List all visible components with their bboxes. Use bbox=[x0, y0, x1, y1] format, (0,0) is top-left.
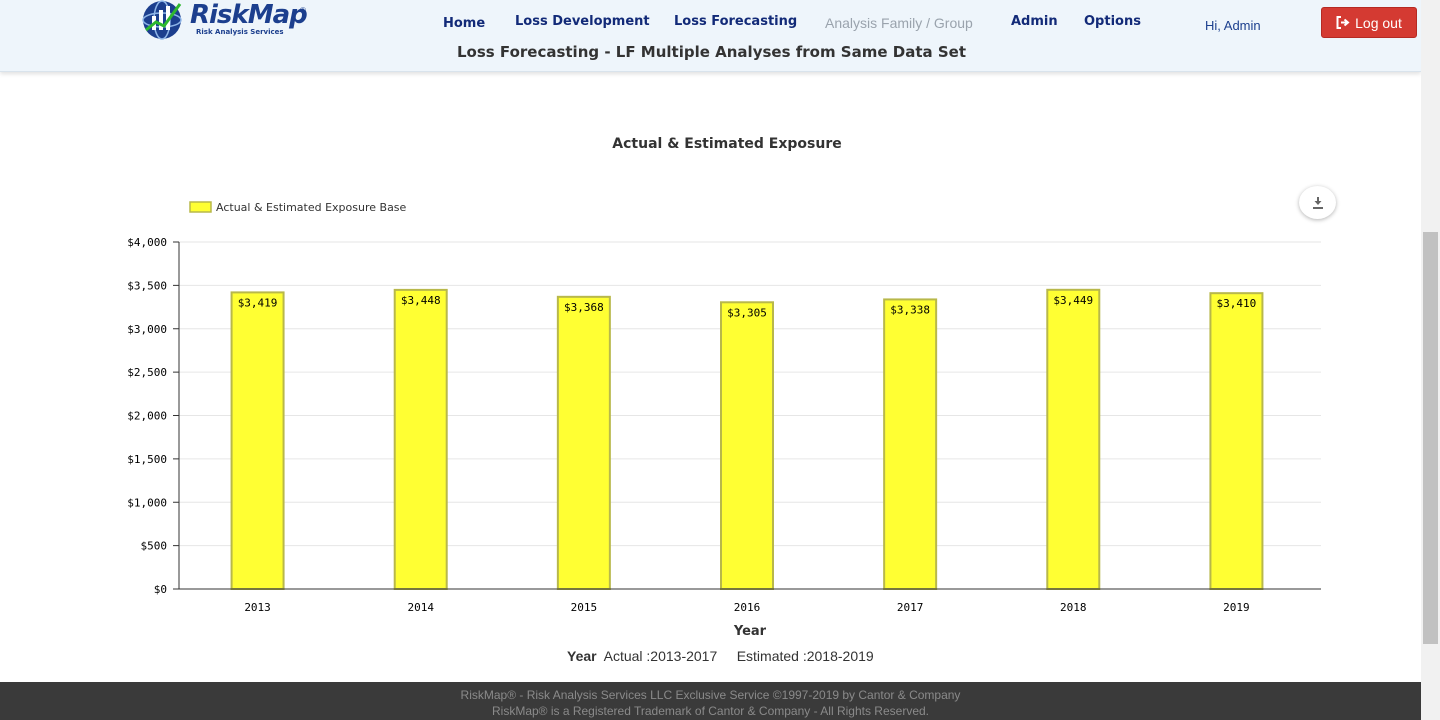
exposure-bar-chart: $3,419 $3,448 $3,368 $3,305 $3,338 $3,449 $3,4… bbox=[127, 201, 1321, 639]
download-icon bbox=[1312, 196, 1323, 209]
bar-value-label: $3,419 bbox=[238, 296, 278, 309]
y-tick-label: $500 bbox=[141, 540, 168, 553]
chart-bar bbox=[556, 295, 611, 590]
year-range-summary: Year Actual :2013-2017 Estimated :2018-2… bbox=[567, 648, 874, 664]
bar-value-label: $3,305 bbox=[727, 306, 767, 319]
y-tick-label: $2,500 bbox=[127, 366, 167, 379]
vertical-scrollbar[interactable] bbox=[1421, 0, 1440, 720]
y-tick-label: $1,500 bbox=[127, 453, 167, 466]
legend-label: Actual & Estimated Exposure Base bbox=[216, 201, 407, 214]
x-tick-label: 2014 bbox=[407, 601, 434, 614]
summary-actual: Actual :2013-2017 bbox=[603, 648, 718, 664]
chart-bar bbox=[230, 291, 285, 590]
x-tick-label: 2017 bbox=[897, 601, 924, 614]
page-footer: RiskMap® - Risk Analysis Services LLC Ex… bbox=[0, 682, 1421, 720]
y-tick-label: $0 bbox=[154, 583, 167, 596]
bar-value-label: $3,448 bbox=[401, 294, 441, 307]
chart-bar bbox=[393, 288, 448, 590]
bar-value-label: $3,338 bbox=[890, 303, 930, 316]
y-tick-label: $1,000 bbox=[127, 496, 167, 509]
footer-trademark: RiskMap® is a Registered Trademark of Ca… bbox=[491, 704, 929, 718]
x-tick-label: 2013 bbox=[244, 601, 271, 614]
x-axis-title: Year bbox=[733, 624, 767, 639]
legend-swatch bbox=[189, 201, 212, 213]
summary-estimated: Estimated :2018-2019 bbox=[736, 648, 874, 664]
chart-export-button[interactable] bbox=[1299, 186, 1336, 219]
y-tick-label: $2,000 bbox=[127, 410, 167, 423]
bar-value-label: $3,410 bbox=[1217, 297, 1257, 310]
chart-bar bbox=[883, 298, 938, 590]
chart-legend: Actual & Estimated Exposure Base bbox=[189, 201, 407, 214]
bar-value-label: $3,368 bbox=[564, 301, 604, 314]
summary-year-label: Year bbox=[567, 648, 597, 664]
chart-bar bbox=[1046, 288, 1101, 590]
y-tick-label: $3,000 bbox=[127, 323, 167, 336]
y-tick-label: $3,500 bbox=[127, 279, 167, 292]
x-tick-label: 2018 bbox=[1060, 601, 1087, 614]
y-tick-label: $4,000 bbox=[127, 236, 167, 249]
bar-value-label: $3,449 bbox=[1053, 294, 1093, 307]
chart-bars: $3,419 $3,448 $3,368 $3,305 $3,338 $3,449 $3,4… bbox=[230, 288, 1264, 590]
chart-bar bbox=[720, 301, 774, 590]
footer-copyright: RiskMap® - Risk Analysis Services LLC Ex… bbox=[460, 688, 961, 702]
x-tick-label: 2019 bbox=[1223, 601, 1250, 614]
scrollbar-thumb[interactable] bbox=[1423, 232, 1438, 644]
chart-bar bbox=[1209, 292, 1264, 590]
x-tick-label: 2015 bbox=[571, 601, 598, 614]
x-tick-label: 2016 bbox=[734, 601, 761, 614]
chart-title: Actual & Estimated Exposure bbox=[612, 136, 842, 152]
